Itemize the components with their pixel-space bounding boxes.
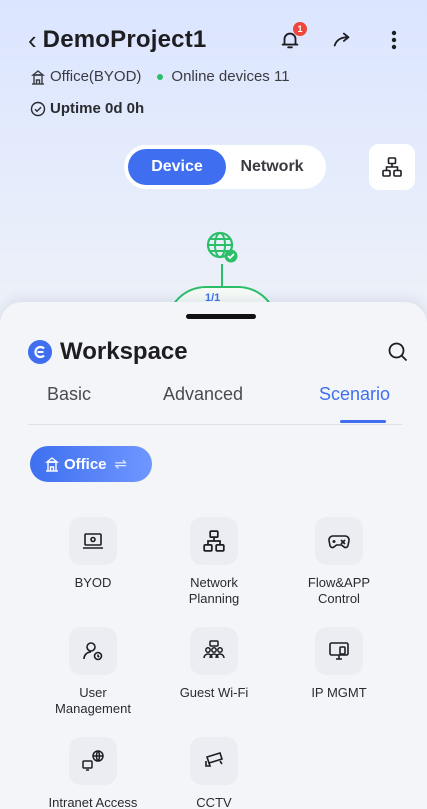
monitor-icon xyxy=(315,627,363,675)
tile-label: Intranet Access xyxy=(48,795,138,809)
active-tab-indicator xyxy=(340,420,386,423)
project-title: DemoProject1 xyxy=(42,26,207,53)
tabs-divider xyxy=(28,424,402,425)
building-icon xyxy=(31,69,45,85)
internet-globe-icon xyxy=(206,231,238,263)
workspace-header: Workspace xyxy=(28,336,409,368)
scenario-selector[interactable]: Office ⇌ xyxy=(30,446,152,482)
share-icon[interactable] xyxy=(329,27,355,53)
topology-link xyxy=(221,264,223,286)
tile-label: CCTV xyxy=(196,795,232,809)
tile-label: Network Planning xyxy=(188,575,240,606)
tab-scenario[interactable]: Scenario xyxy=(319,384,390,405)
tile-label: IP MGMT xyxy=(311,685,367,700)
online-devices: Online devices 11 xyxy=(171,68,290,85)
tile-label: User Management xyxy=(55,685,131,716)
scenario-label: Office xyxy=(64,455,107,473)
tile-label: Guest Wi-Fi xyxy=(179,685,249,700)
guest-group-icon xyxy=(190,627,238,675)
uptime-text: Uptime 0d 0h xyxy=(50,100,145,117)
search-icon[interactable] xyxy=(387,341,409,363)
site-info-row: Office(BYOD) Online devices 11 xyxy=(30,68,290,85)
topology-icon xyxy=(382,157,402,177)
notification-badge: 1 xyxy=(293,22,307,36)
tile-ip-mgmt[interactable]: IP MGMT xyxy=(279,627,399,701)
laptop-icon xyxy=(69,517,117,565)
tile-user-management[interactable]: User Management xyxy=(33,627,153,717)
top-actions: 1 xyxy=(277,22,407,53)
tile-network-planning[interactable]: Network Planning xyxy=(154,517,274,607)
user-settings-icon xyxy=(69,627,117,675)
topology-icon xyxy=(190,517,238,565)
sheet-drag-handle[interactable] xyxy=(186,314,256,319)
more-options-icon[interactable] xyxy=(381,27,407,53)
title-row: ‹ DemoProject1 1 xyxy=(28,22,407,58)
tile-cctv[interactable]: CCTV xyxy=(154,737,274,809)
back-button[interactable]: ‹ xyxy=(28,27,37,53)
check-circle-icon xyxy=(30,101,46,116)
topology-button[interactable] xyxy=(369,144,415,190)
workspace-sheet: Workspace Basic Advanced Scenario Office… xyxy=(0,302,427,809)
workspace-title: Workspace xyxy=(60,338,188,365)
switch-icon: ⇌ xyxy=(114,456,128,473)
intranet-globe-icon xyxy=(69,737,117,785)
site-type: Office(BYOD) xyxy=(50,68,142,85)
workspace-tabs: Basic Advanced Scenario xyxy=(0,384,427,424)
view-switch: Device Network xyxy=(124,145,326,189)
building-icon xyxy=(45,457,59,472)
tile-label: BYOD xyxy=(74,575,112,590)
tab-advanced[interactable]: Advanced xyxy=(163,384,243,405)
tab-basic[interactable]: Basic xyxy=(47,384,91,405)
network-tab[interactable]: Network xyxy=(226,149,318,185)
tile-byod[interactable]: BYOD xyxy=(33,517,153,591)
gamepad-icon xyxy=(315,517,363,565)
tile-flow-app-control[interactable]: Flow&APP Control xyxy=(279,517,399,607)
tile-label: Flow&APP Control xyxy=(307,575,371,606)
tile-guest-wifi[interactable]: Guest Wi-Fi xyxy=(154,627,274,701)
uptime-row: Uptime 0d 0h xyxy=(30,100,144,117)
notification-bell-icon[interactable]: 1 xyxy=(277,22,307,53)
device-tab[interactable]: Device xyxy=(128,149,226,185)
tile-intranet-access[interactable]: Intranet Access xyxy=(33,737,153,809)
project-header: ‹ DemoProject1 1 Office(BYOD) Online dev… xyxy=(0,0,427,326)
camera-icon xyxy=(190,737,238,785)
workspace-logo-icon xyxy=(28,340,52,364)
online-status-dot xyxy=(157,73,164,80)
